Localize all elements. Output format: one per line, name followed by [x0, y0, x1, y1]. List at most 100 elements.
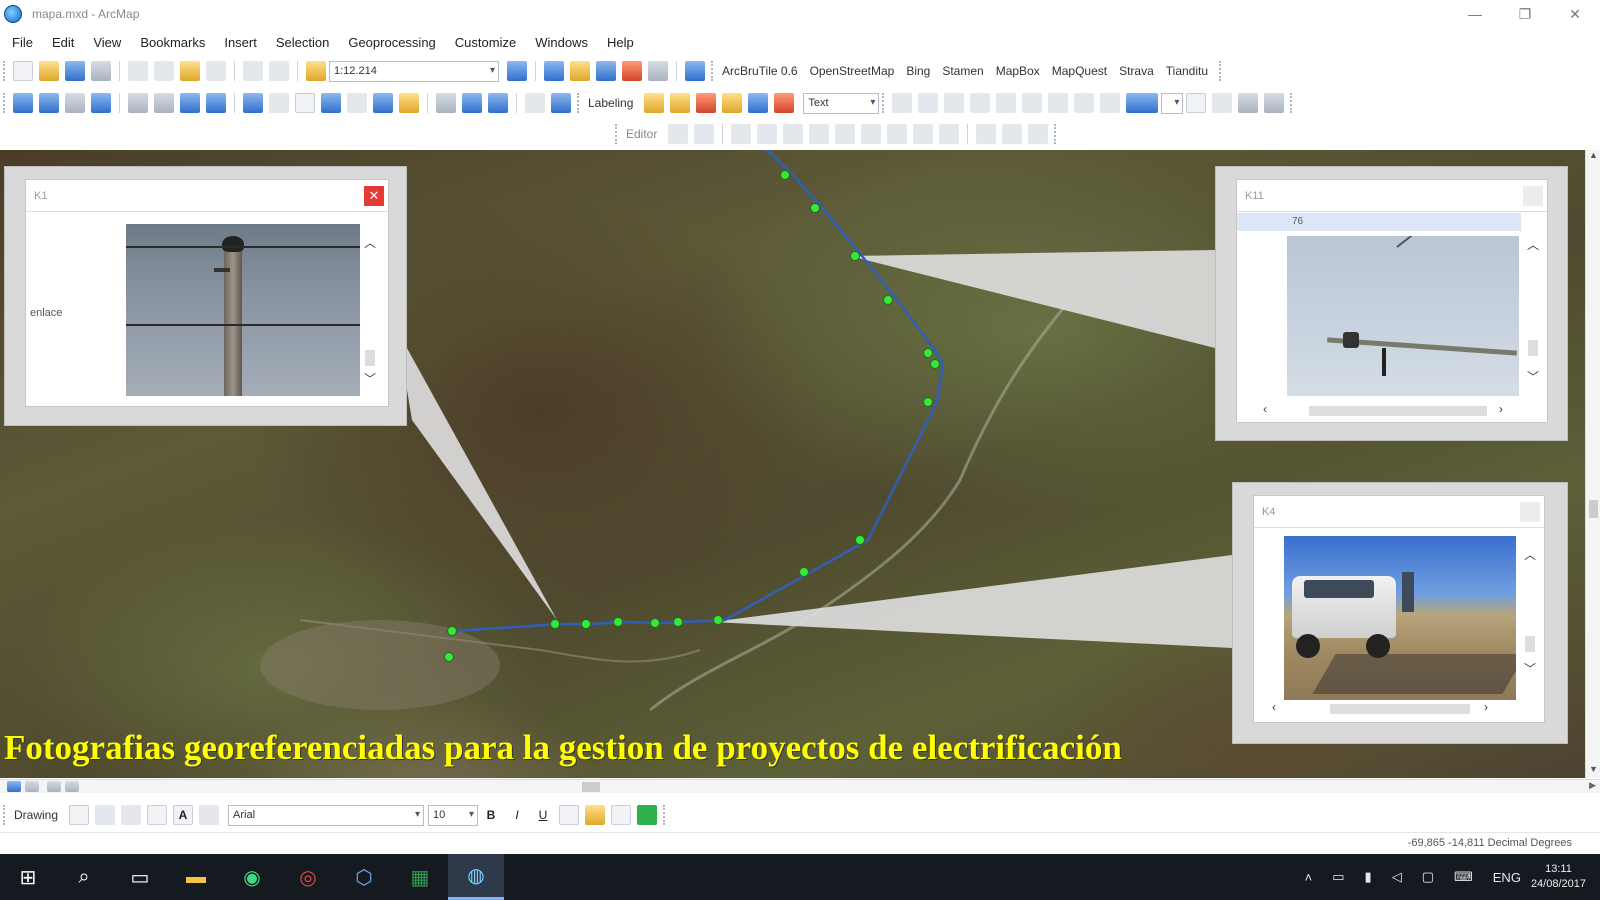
- zoom-out-icon[interactable]: [39, 93, 59, 113]
- pause-drawing-icon[interactable]: [65, 781, 79, 792]
- fill-color-icon[interactable]: [585, 805, 606, 825]
- full-extent-globe-icon[interactable]: [91, 93, 111, 113]
- chevron-left-icon[interactable]: ‹: [1257, 402, 1273, 416]
- zoom-100-icon[interactable]: [996, 93, 1017, 113]
- marker-color-icon[interactable]: [637, 805, 658, 825]
- chevron-down-icon[interactable]: ﹀: [1522, 660, 1538, 677]
- edit-tool-icon[interactable]: [668, 124, 689, 144]
- view-unplaced-labels-icon[interactable]: [774, 93, 795, 113]
- chevron-left-icon[interactable]: ‹: [1266, 700, 1282, 714]
- select-features-icon[interactable]: [243, 93, 263, 113]
- open-folder-icon[interactable]: [39, 61, 59, 81]
- save-icon[interactable]: [65, 61, 85, 81]
- photo-point-marker[interactable]: [810, 203, 820, 213]
- straight-segment-icon[interactable]: [731, 124, 752, 144]
- file-explorer-icon[interactable]: ▬: [168, 854, 224, 900]
- chevron-down-icon[interactable]: ﹀: [1525, 368, 1541, 385]
- select-elements-arrow-icon[interactable]: [295, 93, 315, 113]
- menu-selection[interactable]: Selection: [276, 35, 329, 50]
- popup-k11-hscroll-thumb[interactable]: [1309, 406, 1487, 416]
- menu-edit[interactable]: Edit: [52, 35, 74, 50]
- menu-view[interactable]: View: [93, 35, 121, 50]
- map-vscroll-thumb[interactable]: [1589, 500, 1598, 518]
- task-view-icon[interactable]: ▭: [112, 854, 168, 900]
- layout-view-icon[interactable]: [25, 781, 39, 792]
- layout-zoom-in-icon[interactable]: [892, 93, 913, 113]
- chevron-up-icon[interactable]: ︿: [1522, 546, 1538, 563]
- menu-windows[interactable]: Windows: [535, 35, 588, 50]
- layout-back-icon[interactable]: [1074, 93, 1095, 113]
- excel-app-icon[interactable]: ▦: [392, 854, 448, 900]
- print-icon[interactable]: [91, 61, 111, 81]
- photo-point-marker[interactable]: [444, 652, 454, 662]
- chevron-up-icon[interactable]: ˄: [1305, 870, 1313, 885]
- basemap-mapquest[interactable]: MapQuest: [1052, 64, 1107, 78]
- end-point-arc-icon[interactable]: [757, 124, 778, 144]
- android-app-icon[interactable]: ◉: [224, 854, 280, 900]
- volume-icon[interactable]: ◁: [1392, 869, 1402, 885]
- scroll-up-arrow-icon[interactable]: ▲: [1586, 150, 1600, 164]
- go-to-xy-icon[interactable]: [488, 93, 508, 113]
- photo-point-marker[interactable]: [930, 359, 940, 369]
- close-icon[interactable]: ✕: [1520, 502, 1540, 522]
- photo-point-marker[interactable]: [673, 617, 683, 627]
- toggle-draft-mode-icon[interactable]: [1186, 93, 1207, 113]
- chevron-right-icon[interactable]: ›: [1493, 402, 1509, 416]
- hyperlink-icon[interactable]: [347, 93, 367, 113]
- data-view-icon[interactable]: [7, 781, 21, 792]
- menu-help[interactable]: Help: [607, 35, 634, 50]
- create-features-icon[interactable]: [1028, 124, 1049, 144]
- photo-point-marker[interactable]: [581, 619, 591, 629]
- basemap-stamen[interactable]: Stamen: [942, 64, 983, 78]
- notifications-icon[interactable]: ▢: [1422, 869, 1434, 885]
- toolbar-grip[interactable]: [3, 805, 7, 825]
- italic-button[interactable]: I: [507, 805, 527, 825]
- cut-icon[interactable]: [128, 61, 148, 81]
- map-scale-combo[interactable]: 1:12.214 ▾: [329, 60, 499, 82]
- map-view[interactable]: K1 ✕ enlace ︿ ﹀ K11 ✕ 76 ︿ ﹀ ‹ › K4 ✕ ︿ …: [0, 150, 1585, 778]
- labeling-menu[interactable]: Labeling: [588, 96, 633, 110]
- photo-point-marker[interactable]: [550, 619, 560, 629]
- label-manager-icon[interactable]: [644, 93, 665, 113]
- map-horizontal-scrollbar[interactable]: ▶: [0, 779, 1600, 793]
- arccatalog-icon[interactable]: ⬡: [336, 854, 392, 900]
- minimize-button[interactable]: —: [1450, 0, 1500, 28]
- toolbar-grip[interactable]: [3, 61, 7, 81]
- layout-pan-icon[interactable]: [944, 93, 965, 113]
- popup-k4-vscroll-thumb[interactable]: [1525, 636, 1535, 652]
- photo-point-marker[interactable]: [613, 617, 623, 627]
- data-driven-pages-icon[interactable]: [1264, 93, 1285, 113]
- font-family-combo[interactable]: Arial ▾: [228, 804, 425, 826]
- sketch-properties-icon[interactable]: [1002, 124, 1023, 144]
- font-size-combo[interactable]: 10 ▾: [428, 804, 479, 826]
- photo-popup-k4[interactable]: K4 ✕ ︿ ﹀ ‹ ›: [1232, 482, 1568, 744]
- identify-info-icon[interactable]: [321, 93, 341, 113]
- utility-pole-photo[interactable]: [126, 224, 360, 396]
- language-indicator[interactable]: ENG: [1493, 870, 1521, 885]
- editor-toolbar-icon[interactable]: [507, 61, 527, 81]
- maximize-button[interactable]: ❐: [1500, 0, 1550, 28]
- photo-point-marker[interactable]: [713, 615, 723, 625]
- time-slider-icon[interactable]: [525, 93, 545, 113]
- scroll-right-arrow-icon[interactable]: ▶: [1589, 780, 1596, 791]
- edit-vertices-icon[interactable]: [835, 124, 856, 144]
- chevron-up-icon[interactable]: ︿: [1525, 236, 1541, 253]
- focus-data-frame-icon[interactable]: [1212, 93, 1233, 113]
- cut-polygons-icon[interactable]: [887, 124, 908, 144]
- search-icon[interactable]: ⌕: [56, 854, 112, 900]
- toolbar-grip[interactable]: [1054, 124, 1058, 144]
- close-icon[interactable]: ✕: [1523, 186, 1543, 206]
- fixed-zoom-in-icon[interactable]: [128, 93, 148, 113]
- zoom-whole-page-icon[interactable]: [970, 93, 991, 113]
- arcmap-taskbar-icon[interactable]: ◍: [448, 854, 504, 900]
- photo-popup-k1[interactable]: K1 ✕ enlace ︿ ﹀: [4, 166, 407, 426]
- toolbar-grip[interactable]: [711, 61, 715, 81]
- menu-customize[interactable]: Customize: [455, 35, 516, 50]
- layout-forward-icon[interactable]: [1100, 93, 1121, 113]
- measure-icon[interactable]: [399, 93, 419, 113]
- folder-icon[interactable]: ▭: [1332, 869, 1344, 885]
- map-vertical-scrollbar[interactable]: ▲ ▼: [1585, 150, 1600, 778]
- photo-point-marker[interactable]: [780, 170, 790, 180]
- toolbar-grip[interactable]: [1219, 61, 1223, 81]
- create-viewer-icon[interactable]: [551, 93, 571, 113]
